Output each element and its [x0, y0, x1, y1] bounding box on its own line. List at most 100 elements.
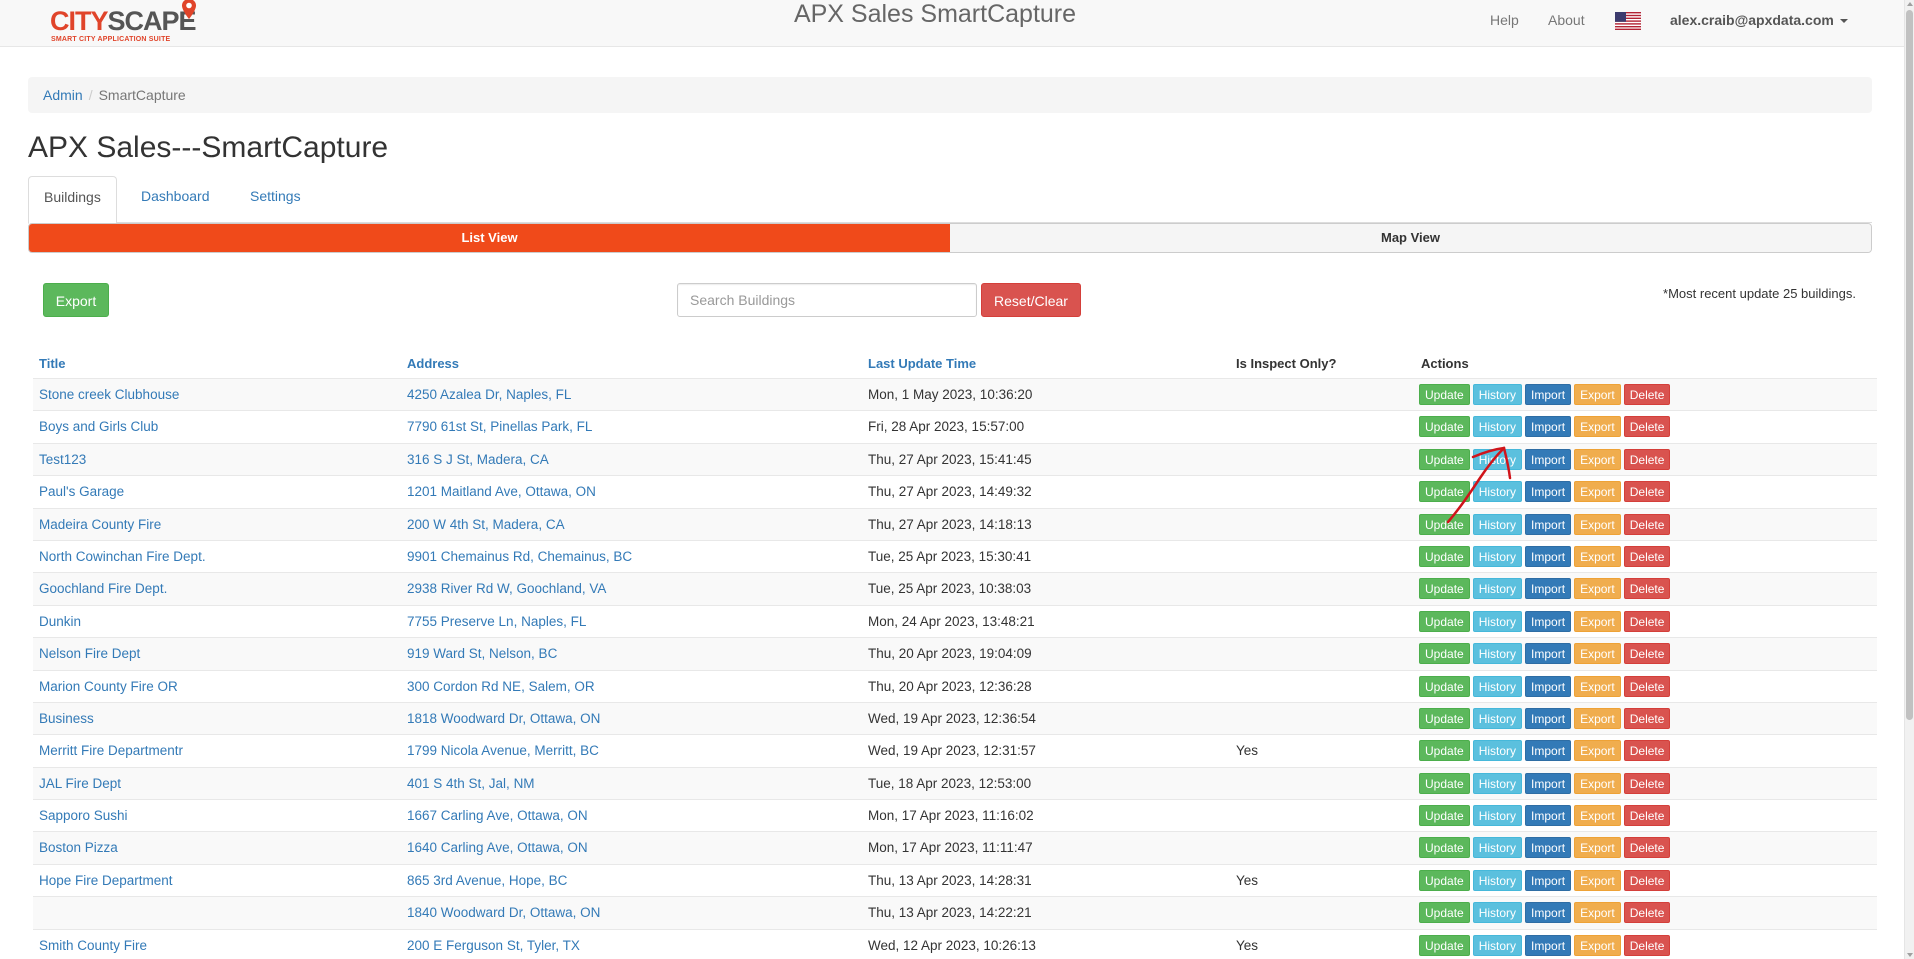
delete-button[interactable]: Delete [1623, 740, 1671, 762]
update-button[interactable]: Update [1419, 902, 1470, 924]
about-link[interactable]: About [1548, 12, 1585, 28]
import-button[interactable]: Import [1525, 416, 1572, 438]
building-title-link[interactable]: JAL Fire Dept [39, 776, 121, 791]
export-button[interactable]: Export [1574, 805, 1621, 827]
import-button[interactable]: Import [1525, 578, 1572, 600]
update-button[interactable]: Update [1419, 513, 1470, 535]
import-button[interactable]: Import [1525, 902, 1572, 924]
list-view-button[interactable]: List View [29, 224, 950, 252]
history-button[interactable]: History [1472, 772, 1523, 794]
building-address-link[interactable]: 2938 River Rd W, Goochland, VA [407, 581, 606, 596]
export-button[interactable]: Export [1574, 869, 1621, 891]
building-title-link[interactable]: Hope Fire Department [39, 873, 173, 888]
import-button[interactable]: Import [1525, 545, 1572, 567]
map-view-button[interactable]: Map View [950, 224, 1871, 252]
export-button[interactable]: Export [1574, 643, 1621, 665]
update-button[interactable]: Update [1419, 805, 1470, 827]
update-button[interactable]: Update [1419, 416, 1470, 438]
export-button[interactable]: Export [1574, 578, 1621, 600]
building-title-link[interactable]: Boston Pizza [39, 840, 118, 855]
building-address-link[interactable]: 7755 Preserve Ln, Naples, FL [407, 614, 586, 629]
import-button[interactable]: Import [1525, 934, 1572, 956]
tab-buildings[interactable]: Buildings [28, 176, 117, 224]
import-button[interactable]: Import [1525, 707, 1572, 729]
building-title-link[interactable]: Boys and Girls Club [39, 419, 158, 434]
column-header-last-update[interactable]: Last Update Time [868, 356, 976, 371]
building-address-link[interactable]: 200 E Ferguson St, Tyler, TX [407, 938, 580, 953]
history-button[interactable]: History [1472, 481, 1523, 503]
history-button[interactable]: History [1472, 545, 1523, 567]
export-button[interactable]: Export [1574, 902, 1621, 924]
import-button[interactable]: Import [1525, 513, 1572, 535]
building-address-link[interactable]: 316 S J St, Madera, CA [407, 452, 549, 467]
delete-button[interactable]: Delete [1623, 869, 1671, 891]
update-button[interactable]: Update [1419, 837, 1470, 859]
page-scrollbar[interactable] [1904, 0, 1914, 959]
building-address-link[interactable]: 1667 Carling Ave, Ottawa, ON [407, 808, 588, 823]
import-button[interactable]: Import [1525, 643, 1572, 665]
building-address-link[interactable]: 7790 61st St, Pinellas Park, FL [407, 419, 592, 434]
reset-clear-button[interactable]: Reset/Clear [981, 283, 1081, 317]
history-button[interactable]: History [1472, 837, 1523, 859]
history-button[interactable]: History [1472, 578, 1523, 600]
scroll-up-icon[interactable] [1907, 2, 1913, 6]
import-button[interactable]: Import [1525, 448, 1572, 470]
delete-button[interactable]: Delete [1623, 448, 1671, 470]
update-button[interactable]: Update [1419, 772, 1470, 794]
export-button[interactable]: Export [1574, 416, 1621, 438]
building-title-link[interactable]: Business [39, 711, 94, 726]
delete-button[interactable]: Delete [1623, 675, 1671, 697]
building-address-link[interactable]: 1640 Carling Ave, Ottawa, ON [407, 840, 588, 855]
column-header-address[interactable]: Address [407, 356, 459, 371]
search-buildings-input[interactable] [677, 283, 977, 317]
delete-button[interactable]: Delete [1623, 805, 1671, 827]
history-button[interactable]: History [1472, 740, 1523, 762]
tab-settings[interactable]: Settings [235, 176, 316, 223]
building-address-link[interactable]: 9901 Chemainus Rd, Chemainus, BC [407, 549, 632, 564]
update-button[interactable]: Update [1419, 675, 1470, 697]
scroll-thumb[interactable] [1906, 10, 1913, 720]
building-address-link[interactable]: 4250 Azalea Dr, Naples, FL [407, 387, 571, 402]
export-button[interactable]: Export [1574, 545, 1621, 567]
building-title-link[interactable]: Merritt Fire Departmentr [39, 743, 183, 758]
update-button[interactable]: Update [1419, 545, 1470, 567]
export-button[interactable]: Export [1574, 837, 1621, 859]
history-button[interactable]: History [1472, 643, 1523, 665]
building-address-link[interactable]: 1818 Woodward Dr, Ottawa, ON [407, 711, 600, 726]
building-address-link[interactable]: 200 W 4th St, Madera, CA [407, 517, 565, 532]
history-button[interactable]: History [1472, 707, 1523, 729]
update-button[interactable]: Update [1419, 610, 1470, 632]
building-address-link[interactable]: 1840 Woodward Dr, Ottawa, ON [407, 905, 600, 920]
update-button[interactable]: Update [1419, 740, 1470, 762]
delete-button[interactable]: Delete [1623, 902, 1671, 924]
delete-button[interactable]: Delete [1623, 384, 1671, 405]
breadcrumb-admin-link[interactable]: Admin [43, 87, 83, 103]
building-address-link[interactable]: 300 Cordon Rd NE, Salem, OR [407, 679, 595, 694]
import-button[interactable]: Import [1525, 837, 1572, 859]
delete-button[interactable]: Delete [1623, 578, 1671, 600]
export-button[interactable]: Export [43, 283, 109, 317]
export-button[interactable]: Export [1574, 448, 1621, 470]
export-button[interactable]: Export [1574, 772, 1621, 794]
update-button[interactable]: Update [1419, 869, 1470, 891]
delete-button[interactable]: Delete [1623, 837, 1671, 859]
us-flag-icon[interactable] [1615, 12, 1641, 30]
history-button[interactable]: History [1472, 416, 1523, 438]
export-button[interactable]: Export [1574, 934, 1621, 956]
building-title-link[interactable]: Dunkin [39, 614, 81, 629]
import-button[interactable]: Import [1525, 610, 1572, 632]
update-button[interactable]: Update [1419, 707, 1470, 729]
export-button[interactable]: Export [1574, 675, 1621, 697]
building-title-link[interactable]: Goochland Fire Dept. [39, 581, 167, 596]
export-button[interactable]: Export [1574, 481, 1621, 503]
history-button[interactable]: History [1472, 513, 1523, 535]
building-title-link[interactable]: Smith County Fire [39, 938, 147, 953]
building-title-link[interactable]: Sapporo Sushi [39, 808, 128, 823]
update-button[interactable]: Update [1419, 448, 1470, 470]
import-button[interactable]: Import [1525, 805, 1572, 827]
scroll-down-icon[interactable] [1907, 953, 1913, 957]
history-button[interactable]: History [1472, 448, 1523, 470]
export-button[interactable]: Export [1574, 513, 1621, 535]
import-button[interactable]: Import [1525, 675, 1572, 697]
import-button[interactable]: Import [1525, 740, 1572, 762]
